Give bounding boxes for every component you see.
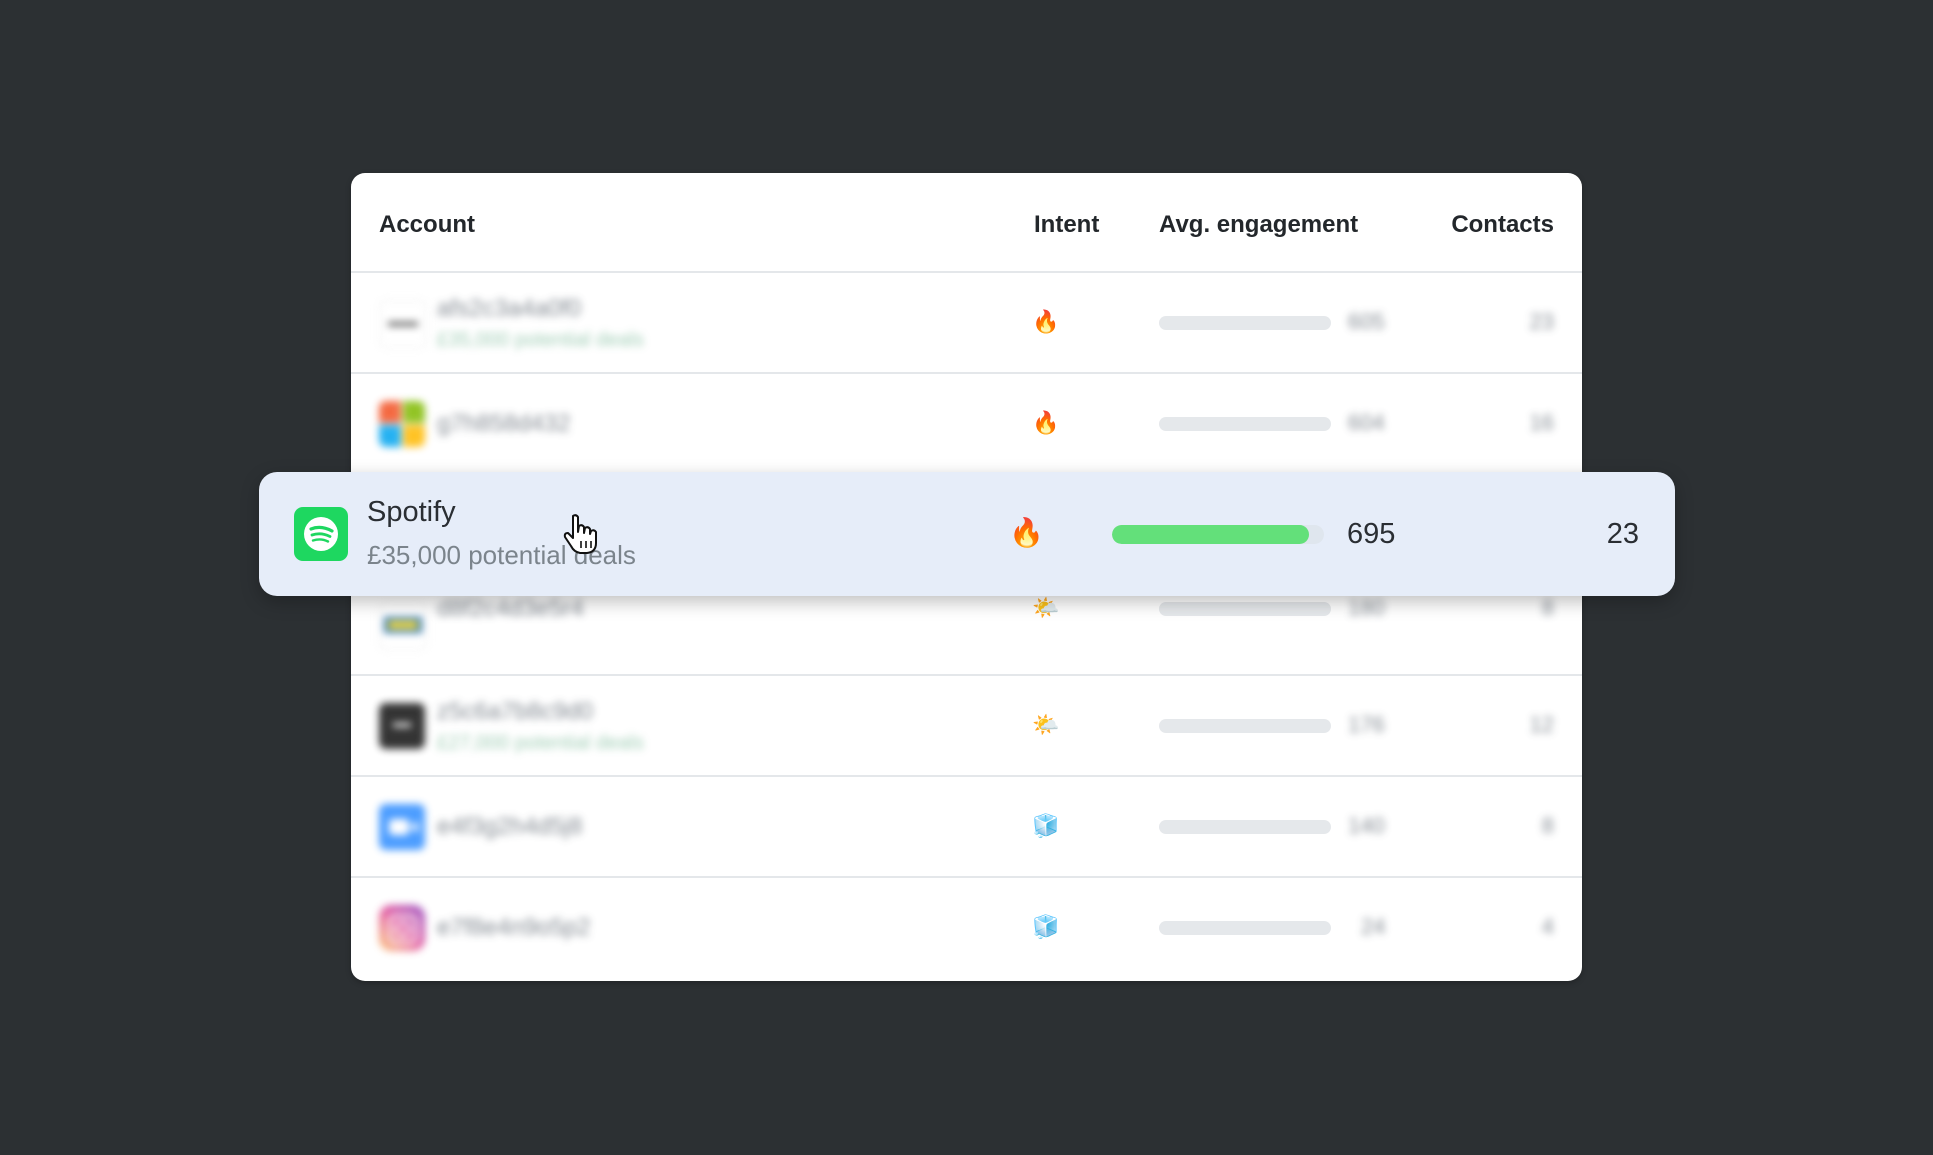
hand-pointer-icon [563, 514, 597, 554]
table-header: Account Intent Avg. engagement Contacts [351, 173, 1582, 273]
contacts-value: 8 [1541, 595, 1554, 620]
engagement-value: 605 [1348, 309, 1385, 334]
engagement-value: 24 [1361, 914, 1386, 939]
engagement-bar [1159, 820, 1331, 834]
engagement-value: 695 [1347, 518, 1396, 550]
engagement-value: 140 [1348, 813, 1385, 838]
account-name: d8f2c4d3e5r4 [437, 595, 584, 622]
table-row[interactable]: e7f8e4n9o5p2 24 4 🧊 [351, 878, 1582, 979]
account-name: g7h858d432 [437, 410, 571, 437]
fire-icon: 🔥 [1032, 410, 1060, 435]
engagement-value: 180 [1348, 595, 1385, 620]
engagement-bar [1159, 719, 1331, 733]
engagement-bar [1112, 525, 1324, 544]
account-deals: £35,000 potential deals [437, 329, 644, 351]
table-row[interactable]: e4f3g2h4d5j8 140 8 🧊 [351, 777, 1582, 878]
sun-behind-cloud-icon: 🌤️ [1032, 595, 1060, 620]
engagement-bar [1159, 921, 1331, 935]
contacts-value: 23 [1606, 518, 1639, 550]
engagement-bar [1159, 417, 1331, 431]
table-row[interactable]: g7h858d432 604 16 🔥 [351, 374, 1582, 475]
engagement-bar [1159, 602, 1331, 616]
account-name: e4f3g2h4d5j8 [437, 813, 583, 840]
sun-behind-cloud-icon: 🌤️ [1032, 712, 1060, 737]
fire-icon: 🔥 [1032, 309, 1060, 334]
fire-icon: 🔥 [1009, 517, 1044, 548]
engagement-bar-fill [1112, 525, 1310, 544]
spotify-icon [294, 507, 348, 561]
ice-cube-icon: 🧊 [1032, 813, 1060, 838]
microsoft-icon [379, 401, 425, 447]
engagement-value: 176 [1348, 712, 1385, 737]
account-name[interactable]: Spotify [367, 496, 456, 529]
contacts-value: 23 [1529, 309, 1554, 334]
contacts-value: 12 [1529, 712, 1554, 737]
zoom-icon [379, 804, 425, 850]
account-name: afs2c3a4a0f0 [437, 295, 582, 322]
header-contacts[interactable]: Contacts [1451, 211, 1554, 239]
instagram-icon [379, 905, 425, 951]
engagement-value: 604 [1348, 410, 1385, 435]
table-row[interactable]: afs2c3a4a0f0 £35,000 potential deals 605… [351, 273, 1582, 374]
ikea-icon [379, 602, 427, 650]
black-app-icon [379, 703, 425, 749]
account-deals: £27,000 potential deals [437, 732, 644, 754]
ice-cube-icon: 🧊 [1032, 914, 1060, 939]
contacts-value: 4 [1541, 914, 1554, 939]
table-row[interactable]: z5c6a7b8c9d0 £27,000 potential deals 176… [351, 676, 1582, 777]
engagement-bar [1159, 316, 1331, 330]
contacts-value: 8 [1541, 813, 1554, 838]
header-account[interactable]: Account [379, 211, 475, 239]
highlighted-account-row[interactable]: Spotify £35,000 potential deals 🔥 695 23 [259, 472, 1675, 596]
header-intent[interactable]: Intent [1034, 211, 1099, 239]
generic-icon [379, 300, 427, 348]
header-engagement[interactable]: Avg. engagement [1159, 211, 1358, 239]
contacts-value: 16 [1529, 410, 1554, 435]
account-name: e7f8e4n9o5p2 [437, 914, 591, 941]
account-name: z5c6a7b8c9d0 [437, 698, 594, 725]
